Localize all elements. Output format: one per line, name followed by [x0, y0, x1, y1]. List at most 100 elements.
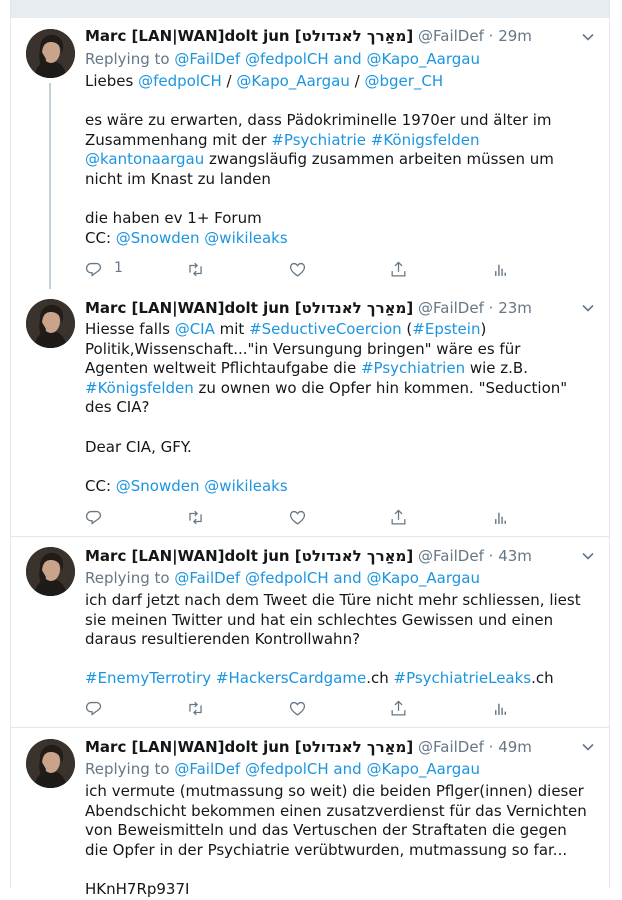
timestamp[interactable]: · 49m: [489, 738, 532, 756]
hashtag-link[interactable]: #Epstein: [412, 320, 480, 338]
display-name[interactable]: Marc [LAN|WAN]dolt jun [מאַרך לאנדולט]: [85, 299, 413, 317]
hashtag-link[interactable]: #Psychiatrie: [271, 131, 366, 149]
avatar[interactable]: [26, 547, 75, 596]
text-run: "in Versungung bringen" wäre es für: [247, 339, 521, 358]
reply-mention[interactable]: @FailDef: [174, 760, 240, 778]
reply-button[interactable]: [85, 507, 104, 527]
hashtag-link[interactable]: #SeductiveCoercion: [249, 320, 402, 338]
username[interactable]: @FailDef: [418, 738, 484, 756]
mention-link[interactable]: @Snowden: [116, 229, 200, 247]
tweet-text-line: [85, 860, 600, 880]
tweet[interactable]: Marc [LAN|WAN]dolt jun [מאַרך לאנדולט] @…: [11, 537, 609, 727]
tweet[interactable]: Marc [LAN|WAN]dolt jun [מאַרך לאנדולט] @…: [11, 289, 609, 536]
reply-mention[interactable]: @Kapo_Aargau: [366, 760, 480, 778]
reply-and[interactable]: and: [333, 50, 361, 68]
reply-mention[interactable]: @fedpolCH: [245, 50, 329, 68]
reply-button[interactable]: 1: [85, 259, 123, 279]
tweet-header: Marc [LAN|WAN]dolt jun [מאַרך לאנדולט] @…: [85, 738, 595, 758]
reply-and[interactable]: and: [333, 760, 361, 778]
tweet-text-line: CC: @Snowden @wikileaks: [85, 229, 600, 249]
analytics-button[interactable]: [491, 507, 510, 527]
display-name[interactable]: Marc [LAN|WAN]dolt jun [מאַרך לאנדולט]: [85, 27, 413, 45]
replying-to: Replying to @FailDef @fedpolCH and @Kapo…: [85, 569, 480, 589]
hashtag-link[interactable]: #Psychiatrien: [361, 359, 465, 377]
chevron-down-icon[interactable]: [581, 30, 595, 44]
text-run: ich darf jetzt nach dem Tweet die Türe n…: [85, 591, 581, 609]
tweet-text-line: von Beweismitteln und das Vertuschen der…: [85, 821, 600, 841]
share-button[interactable]: [389, 259, 408, 279]
reply-mention[interactable]: @FailDef: [174, 569, 240, 587]
hashtag-link[interactable]: #Königsfelden: [371, 131, 480, 149]
reply-mention[interactable]: @fedpolCH: [245, 760, 329, 778]
heart-icon: [289, 701, 306, 716]
tweet-text-line: [85, 92, 600, 112]
hashtag-link[interactable]: #HackersCardgame: [216, 669, 366, 687]
tweet-text: ich vermute (mutmassung so weit) die bei…: [85, 782, 600, 900]
username[interactable]: @FailDef: [418, 27, 484, 45]
retweet-icon: [189, 701, 202, 715]
avatar[interactable]: [26, 299, 75, 348]
display-name[interactable]: Marc [LAN|WAN]dolt jun [מאַרך לאנדולט]: [85, 547, 413, 565]
tweet-header: Marc [LAN|WAN]dolt jun [מאַרך לאנדולט] @…: [85, 299, 595, 319]
mention-link[interactable]: @kantonaargau: [85, 150, 204, 168]
text-run: des CIA?: [85, 398, 150, 417]
analytics-button[interactable]: [491, 698, 510, 718]
mention-link[interactable]: @CIA: [175, 320, 215, 338]
text-run: daraus resultierenden Kontrollwahn?: [85, 630, 361, 649]
reply-icon: [85, 701, 102, 716]
text-run: nicht im Knast zu landen: [85, 169, 271, 188]
tweet[interactable]: Marc [LAN|WAN]dolt jun [מאַרך לאנדולט] @…: [11, 18, 609, 293]
analytics-button[interactable]: [491, 259, 510, 279]
text-run: (: [401, 320, 413, 338]
chevron-down-icon[interactable]: [581, 740, 595, 754]
replying-to: Replying to @FailDef @fedpolCH and @Kapo…: [85, 760, 480, 780]
timestamp[interactable]: · 43m: [489, 547, 532, 565]
hashtag-link[interactable]: #EnemyTerrotiry: [85, 669, 211, 687]
heart-button[interactable]: [288, 259, 307, 279]
timestamp[interactable]: · 29m: [489, 27, 532, 45]
tweet[interactable]: Marc [LAN|WAN]dolt jun [מאַרך לאנדולט] @…: [11, 728, 609, 898]
mention-link[interactable]: @Snowden: [116, 477, 200, 495]
heart-button[interactable]: [288, 698, 307, 718]
chevron-down-icon[interactable]: [581, 549, 595, 563]
text-run: Hiesse falls: [85, 320, 175, 338]
heart-icon: [289, 262, 306, 277]
heart-button[interactable]: [288, 507, 307, 527]
mention-link[interactable]: @fedpolCH: [138, 72, 222, 90]
reply-mention[interactable]: @Kapo_Aargau: [366, 50, 480, 68]
tweet-text-line: Agenten weltweit Pflichtaufgabe die #Psy…: [85, 359, 600, 379]
display-name[interactable]: Marc [LAN|WAN]dolt jun [מאַרך לאנדולט]: [85, 738, 413, 756]
username[interactable]: @FailDef: [418, 299, 484, 317]
reply-and[interactable]: and: [333, 569, 361, 587]
reply-mention[interactable]: @fedpolCH: [245, 569, 329, 587]
reply-mention[interactable]: @FailDef: [174, 50, 240, 68]
retweet-button[interactable]: [186, 259, 205, 279]
avatar[interactable]: [26, 739, 75, 788]
text-run: Politik,Wissenschaft...: [85, 339, 248, 358]
text-run: /: [221, 72, 237, 90]
chevron-down-icon[interactable]: [581, 301, 595, 315]
text-run: mit: [214, 320, 250, 338]
avatar[interactable]: [26, 29, 75, 78]
tweet-header: Marc [LAN|WAN]dolt jun [מאַרך לאנדולט] @…: [85, 547, 595, 567]
timestamp[interactable]: · 23m: [489, 299, 532, 317]
share-button[interactable]: [389, 698, 408, 718]
text-run: /: [349, 72, 365, 90]
retweet-button[interactable]: [186, 507, 205, 527]
text-run: Abendschicht bekommen einen zusatzverdie…: [85, 801, 587, 820]
reply-button[interactable]: [85, 698, 104, 718]
hashtag-link[interactable]: #PsychiatrieLeaks: [394, 669, 532, 687]
mention-link[interactable]: @wikileaks: [204, 477, 287, 495]
text-run: CC:: [85, 476, 116, 495]
tweet-text-line: #EnemyTerrotiry #HackersCardgame.ch #Psy…: [85, 669, 600, 689]
mention-link[interactable]: @wikileaks: [204, 229, 287, 247]
hashtag-link[interactable]: #Königsfelden: [85, 379, 194, 397]
text-run: Agenten weltweit Pflichtaufgabe die: [85, 359, 361, 378]
mention-link[interactable]: @bger_CH: [364, 72, 443, 90]
share-button[interactable]: [389, 507, 408, 527]
username[interactable]: @FailDef: [418, 547, 484, 565]
reply-mention[interactable]: @Kapo_Aargau: [366, 569, 480, 587]
retweet-button[interactable]: [186, 698, 205, 718]
mention-link[interactable]: @Kapo_Aargau: [236, 72, 350, 90]
analytics-icon: [495, 264, 506, 276]
